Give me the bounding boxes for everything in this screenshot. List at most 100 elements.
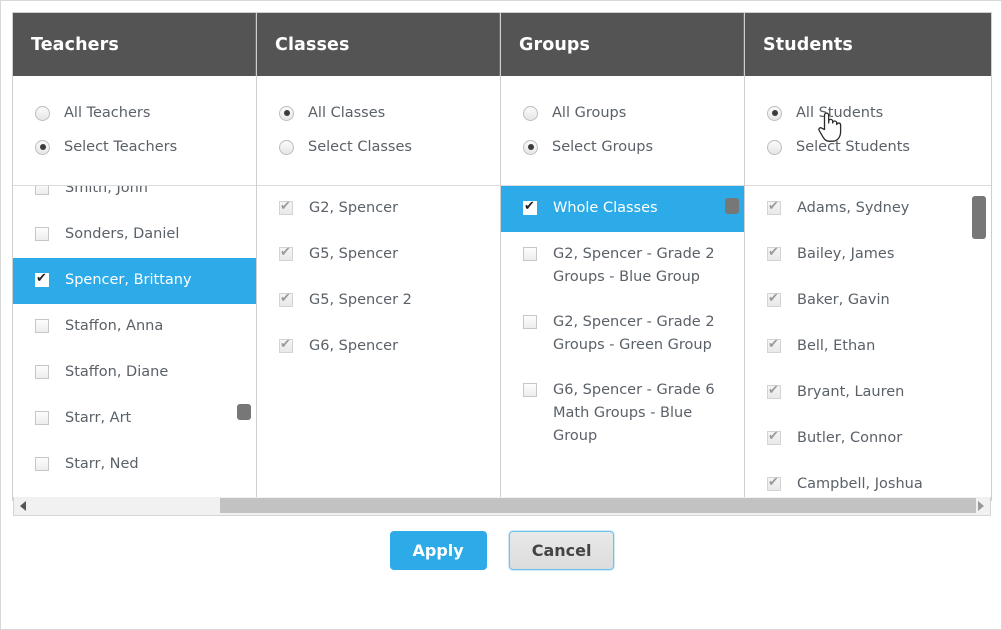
list-item-label: G2, Spencer - Grade 2 Groups - Green Gro… <box>553 314 715 353</box>
list-item[interactable]: G6, Spencer <box>257 324 500 370</box>
radio-selected-icon[interactable] <box>767 105 782 121</box>
vertical-scroll-thumb-students[interactable] <box>972 196 986 239</box>
radio-unselected-icon[interactable] <box>767 139 782 155</box>
radio-unselected-icon[interactable] <box>279 139 294 155</box>
radio-option-groups-0[interactable]: All Groups <box>501 96 744 130</box>
checkbox-checked-icon[interactable] <box>523 198 537 216</box>
checkbox-checked-icon[interactable] <box>767 290 781 308</box>
radio-option-teachers-1[interactable]: Select Teachers <box>13 130 256 164</box>
list-item-label: Staffon, Anna <box>65 318 164 334</box>
checkbox-checked-icon[interactable] <box>279 244 293 262</box>
checkbox-checked-icon[interactable] <box>767 474 781 492</box>
scroll-right-arrow[interactable] <box>973 497 989 514</box>
list-item[interactable]: G2, Spencer - Grade 2 Groups - Green Gro… <box>501 300 744 368</box>
column-header-teachers: Teachers <box>13 13 256 76</box>
checkbox-unchecked-icon[interactable] <box>35 457 49 471</box>
list-item-label: Adams, Sydney <box>797 200 910 216</box>
checkbox-checked-icon[interactable] <box>767 244 781 262</box>
checkbox-checked-icon[interactable] <box>279 290 293 308</box>
list-item-label: G5, Spencer <box>309 246 399 262</box>
vertical-scroll-thumb-groups[interactable] <box>725 198 739 214</box>
radio-option-students-1[interactable]: Select Students <box>745 130 991 164</box>
radio-group-students: All Students Select Students <box>745 76 991 186</box>
list-item-label: Bailey, James <box>797 246 895 262</box>
checkbox-unchecked-icon[interactable] <box>35 186 49 195</box>
column-title: Teachers <box>31 34 119 55</box>
radio-option-classes-0[interactable]: All Classes <box>257 96 500 130</box>
list-item[interactable]: G2, Spencer <box>257 186 500 232</box>
list-item[interactable]: G5, Spencer <box>257 232 500 278</box>
checkbox-unchecked-icon[interactable] <box>35 227 49 241</box>
checkbox-checked-icon[interactable] <box>35 270 49 288</box>
checkbox-checked-icon[interactable] <box>279 198 293 216</box>
list-students[interactable]: Adams, Sydney Bailey, James Baker, Gavin Be… <box>745 186 991 500</box>
list-item[interactable]: Whole Classes <box>501 186 744 232</box>
list-item[interactable]: G2, Spencer - Grade 2 Groups - Blue Grou… <box>501 232 744 300</box>
list-teachers[interactable]: Smith, John Sonders, Daniel Spencer, Britt… <box>13 186 256 500</box>
radio-label: All Students <box>796 105 884 121</box>
triangle-left-icon <box>20 500 26 511</box>
list-item[interactable]: Butler, Connor <box>745 416 991 462</box>
list-item[interactable]: G5, Spencer 2 <box>257 278 500 324</box>
horizontal-scrollbar[interactable] <box>13 497 991 516</box>
column-groups: Groups All Groups Select Groups Whole Class… <box>501 13 745 500</box>
dialog-root: Teachers All Teachers Select Teachers Smith… <box>0 0 1002 630</box>
radio-label: All Teachers <box>64 105 151 121</box>
radio-option-classes-1[interactable]: Select Classes <box>257 130 500 164</box>
radio-unselected-icon[interactable] <box>523 105 538 121</box>
list-item[interactable]: Campbell, Joshua <box>745 462 991 500</box>
checkbox-unchecked-icon[interactable] <box>35 411 49 425</box>
checkbox-checked-icon[interactable] <box>279 336 293 354</box>
list-item[interactable]: Bell, Ethan <box>745 324 991 370</box>
column-teachers: Teachers All Teachers Select Teachers Smith… <box>13 13 257 500</box>
checkbox-unchecked-icon[interactable] <box>35 365 49 379</box>
columns-container: Teachers All Teachers Select Teachers Smith… <box>13 13 991 500</box>
column-classes: Classes All Classes Select Classes G2, Spen… <box>257 13 501 500</box>
list-item[interactable]: Starr, Art <box>13 396 256 442</box>
list-item[interactable]: Sonders, Daniel <box>13 212 256 258</box>
radio-label: Select Students <box>796 139 910 155</box>
list-groups[interactable]: Whole Classes G2, Spencer - Grade 2 Group… <box>501 186 744 500</box>
column-header-classes: Classes <box>257 13 500 76</box>
list-inner: Adams, Sydney Bailey, James Baker, Gavin Be… <box>745 186 991 500</box>
checkbox-unchecked-icon[interactable] <box>523 315 537 329</box>
list-inner: G2, Spencer G5, Spencer G5, Spencer 2 G6, S… <box>257 186 500 370</box>
list-item[interactable]: Spencer, Brittany <box>13 258 256 304</box>
list-item[interactable]: Adams, Sydney <box>745 186 991 232</box>
list-item[interactable]: Staffon, Anna <box>13 304 256 350</box>
scroll-left-arrow[interactable] <box>15 497 31 514</box>
radio-option-students-0[interactable]: All Students <box>745 96 991 130</box>
radio-label: Select Classes <box>308 139 412 155</box>
list-inner: Whole Classes G2, Spencer - Grade 2 Group… <box>501 186 744 459</box>
radio-selected-icon[interactable] <box>523 139 538 155</box>
checkbox-checked-icon[interactable] <box>767 428 781 446</box>
radio-selected-icon[interactable] <box>279 105 294 121</box>
checkbox-checked-icon[interactable] <box>767 198 781 216</box>
checkbox-unchecked-icon[interactable] <box>523 383 537 397</box>
apply-button[interactable]: Apply <box>389 531 487 570</box>
radio-unselected-icon[interactable] <box>35 105 50 121</box>
checkbox-unchecked-icon[interactable] <box>35 319 49 333</box>
radio-option-groups-1[interactable]: Select Groups <box>501 130 744 164</box>
column-students: Students All Students Select Students Adams… <box>745 13 991 500</box>
list-inner: Smith, John Sonders, Daniel Spencer, Britt… <box>13 186 256 488</box>
radio-option-teachers-0[interactable]: All Teachers <box>13 96 256 130</box>
list-item[interactable]: Starr, Ned <box>13 442 256 488</box>
column-title: Classes <box>275 34 350 55</box>
list-item[interactable]: Staffon, Diane <box>13 350 256 396</box>
list-classes[interactable]: G2, Spencer G5, Spencer G5, Spencer 2 G6, S… <box>257 186 500 500</box>
radio-selected-icon[interactable] <box>35 139 50 155</box>
list-item[interactable]: Baker, Gavin <box>745 278 991 324</box>
list-item-label: G2, Spencer <box>309 200 399 216</box>
checkbox-unchecked-icon[interactable] <box>523 247 537 261</box>
horizontal-scroll-thumb[interactable] <box>220 498 976 513</box>
list-item[interactable]: Smith, John <box>13 186 256 212</box>
cancel-button[interactable]: Cancel <box>508 531 615 570</box>
checkbox-checked-icon[interactable] <box>767 336 781 354</box>
vertical-scroll-thumb-teachers[interactable] <box>237 404 251 420</box>
checkbox-checked-icon[interactable] <box>767 382 781 400</box>
column-title: Students <box>763 34 853 55</box>
list-item[interactable]: Bryant, Lauren <box>745 370 991 416</box>
list-item[interactable]: Bailey, James <box>745 232 991 278</box>
list-item[interactable]: G6, Spencer - Grade 6 Math Groups - Blue… <box>501 368 744 459</box>
